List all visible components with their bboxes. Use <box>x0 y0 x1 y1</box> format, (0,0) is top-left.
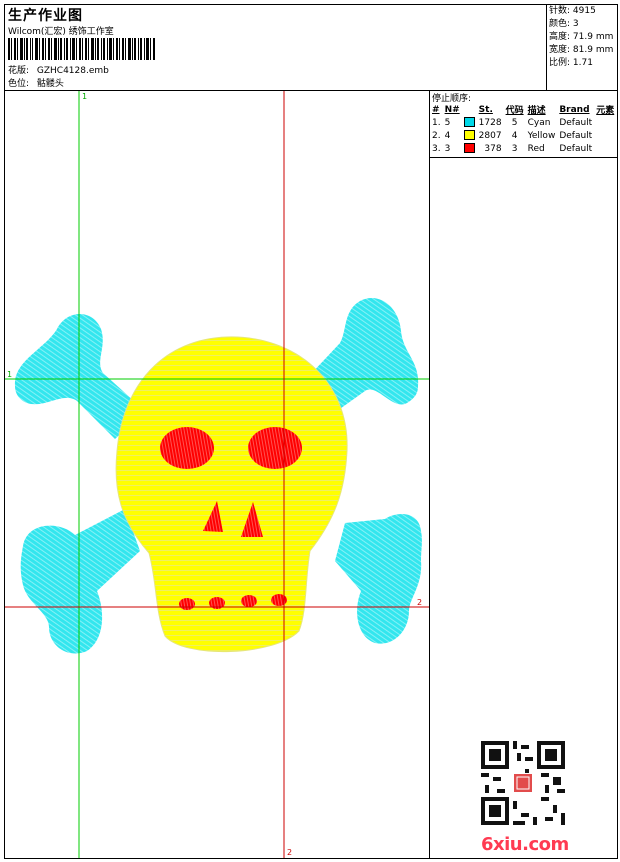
sheet-header: 生产作业图 Wilcom(汇宏) 绣饰工作室 花版: GZHC4128.emb … <box>5 5 617 91</box>
color-swatch <box>463 117 475 128</box>
width-row: 宽度: 81.9 mm <box>549 45 614 55</box>
col-header <box>462 103 477 116</box>
scale-ratio: 1.71 <box>572 58 593 68</box>
stitch-count: 4915 <box>572 6 596 16</box>
height-row: 高度: 71.9 mm <box>549 32 614 42</box>
design-file-value: GZHC4128.emb <box>36 66 109 76</box>
company-name: Wilcom(汇宏) 绣饰工作室 <box>8 27 114 37</box>
col-header: St. <box>478 104 493 115</box>
design-width: 81.9 mm <box>572 45 614 55</box>
guide-label-right: 2 <box>417 598 422 607</box>
production-sheet: 生产作业图 Wilcom(汇宏) 绣饰工作室 花版: GZHC4128.emb … <box>4 4 618 859</box>
skull-head <box>115 336 348 653</box>
table-row: 2. 4 2807 4 Yellow Default <box>432 130 593 141</box>
bone-bottom-left <box>20 509 141 654</box>
bone-bottom-right <box>335 514 422 644</box>
color-swatch <box>463 130 475 141</box>
tooth-3 <box>241 595 257 607</box>
ratio-row: 比例: 1.71 <box>549 58 593 68</box>
color-count-row: 颜色: 3 <box>549 19 579 29</box>
stop-sequence-panel: 停止顺序: # N# St. 代码 描述 Brand 元素 1. 5 1728 … <box>430 91 617 158</box>
guide-label-bottom: 2 <box>287 848 292 857</box>
design-height: 71.9 mm <box>572 32 614 42</box>
barcode <box>8 38 155 60</box>
colorway-value: 骷髅头 <box>36 79 64 89</box>
tooth-1 <box>179 598 195 610</box>
left-eye <box>160 427 214 469</box>
col-header: 代码 <box>505 106 524 116</box>
stitch-count-row: 针数: 4915 <box>549 6 596 16</box>
col-header: 描述 <box>527 106 546 116</box>
design-file-row: 花版: GZHC4128.emb <box>8 63 109 76</box>
skull <box>115 336 348 653</box>
design-preview: 1 1 2 2 <box>5 91 430 858</box>
guide-label-top: 1 <box>82 92 87 101</box>
watermark: 6xiu.com <box>481 834 569 855</box>
colorway-label: 色位: <box>8 79 30 89</box>
color-swatch <box>463 143 475 154</box>
col-header: # <box>432 104 440 115</box>
tooth-4 <box>271 594 287 606</box>
qr-code <box>481 741 565 825</box>
sheet-title: 生产作业图 <box>8 8 83 24</box>
col-header: Brand <box>559 104 590 115</box>
color-count: 3 <box>572 19 579 29</box>
stop-sequence-table: # N# St. 代码 描述 Brand 元素 1. 5 1728 5 Cyan… <box>430 103 616 155</box>
table-header-row: # N# St. 代码 描述 Brand 元素 <box>430 103 616 117</box>
embroidery-artwork: 1 1 2 2 <box>5 91 429 858</box>
design-stats: 针数: 4915 颜色: 3 高度: 71.9 mm 宽度: 81.9 mm 比… <box>546 5 617 90</box>
design-file-label: 花版: <box>8 66 30 76</box>
table-row: 3. 3 378 3 Red Default <box>432 143 593 154</box>
colorway-row: 色位: 骷髅头 <box>8 76 64 89</box>
col-header: 元素 <box>596 106 615 116</box>
guide-label-left: 1 <box>7 370 12 379</box>
col-header: N# <box>444 104 460 115</box>
table-row: 1. 5 1728 5 Cyan Default <box>432 117 593 128</box>
right-eye <box>248 427 302 469</box>
